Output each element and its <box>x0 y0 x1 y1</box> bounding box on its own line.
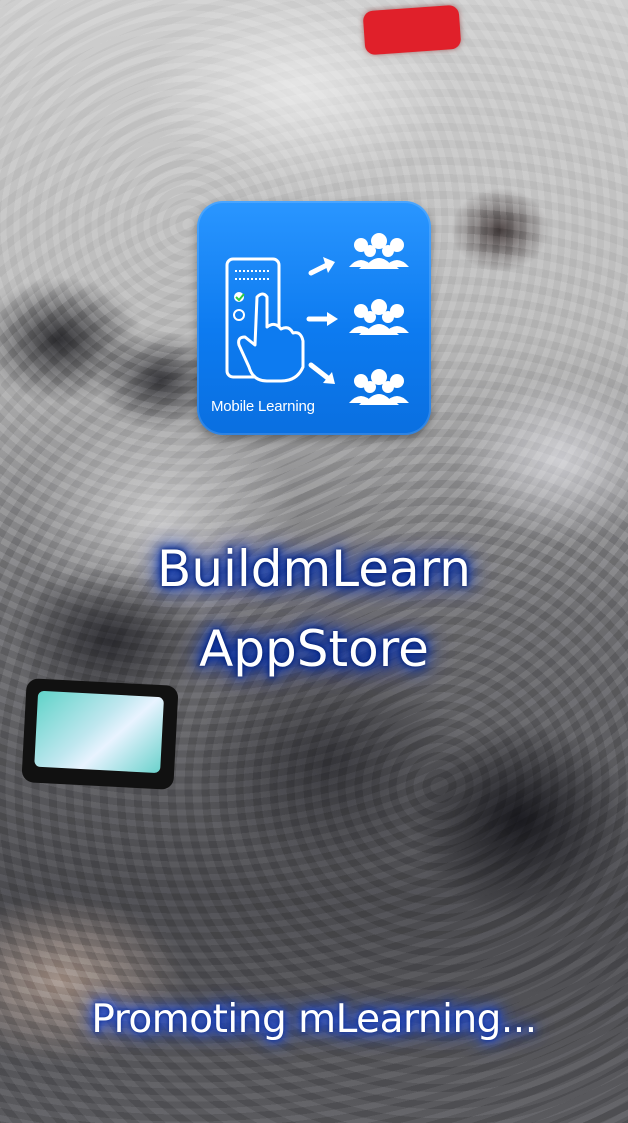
splash-screen: Mobile Learning BuildmLearn AppStore Pro… <box>0 0 628 1123</box>
background-red-object <box>362 4 462 56</box>
app-title-line-1: BuildmLearn <box>157 540 471 598</box>
tagline: Promoting mLearning... <box>91 997 537 1042</box>
app-icon-caption: Mobile Learning <box>211 398 315 415</box>
app-icon: Mobile Learning <box>197 201 431 435</box>
app-title-line-2: AppStore <box>199 620 429 678</box>
background-tablet <box>21 678 179 790</box>
